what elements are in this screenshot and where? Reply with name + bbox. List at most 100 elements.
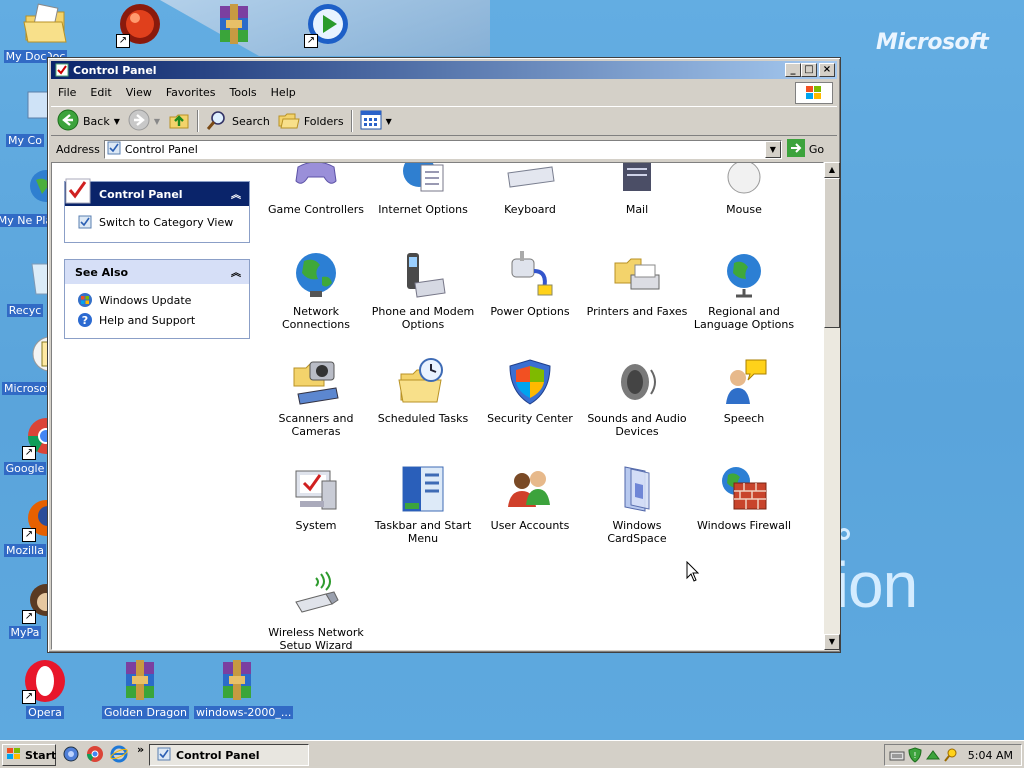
red-ball-icon: ↗ — [116, 2, 162, 48]
control-panel-checkmark-icon — [63, 176, 93, 209]
forward-button[interactable]: ▼ — [124, 108, 164, 134]
title-bar[interactable]: Control Panel _ □ × — [51, 61, 837, 79]
menu-tools[interactable]: Tools — [223, 84, 264, 101]
power-options-item[interactable]: Power Options — [475, 249, 585, 318]
vertical-scrollbar[interactable]: ▲ ▼ — [824, 162, 840, 650]
power-options-label: Power Options — [490, 305, 570, 318]
forward-arrow-icon — [128, 109, 150, 134]
gamepad-icon — [290, 163, 342, 199]
phone-modem-options-label: Phone and Modem Options — [371, 305, 475, 331]
folders-button[interactable]: Folders — [274, 108, 348, 134]
up-folder-button[interactable] — [164, 108, 194, 134]
switch-category-view-label: Switch to Category View — [99, 215, 234, 229]
scanners-cameras-item[interactable]: Scanners and Cameras — [261, 356, 371, 438]
sounds-audio-devices-item[interactable]: Sounds and Audio Devices — [582, 356, 692, 438]
chrome-quicklaunch-icon[interactable] — [86, 745, 104, 763]
network-connections-item[interactable]: Network Connections — [261, 249, 371, 331]
collapse-chevron-icon[interactable]: ︽ — [231, 264, 241, 279]
windows-cardspace-item[interactable]: Windows CardSpace — [582, 463, 692, 545]
address-input[interactable]: Control Panel ▼ — [103, 139, 782, 159]
keyboard-tray-icon[interactable] — [889, 747, 905, 763]
desktop-icon-golden-dragon[interactable]: Golden Dragon — [102, 658, 189, 719]
go-arrow-icon — [786, 138, 805, 160]
search-button[interactable]: Search — [202, 108, 274, 134]
scheduled-tasks-item[interactable]: Scheduled Tasks — [368, 356, 478, 425]
back-button[interactable]: Back ▼ — [53, 108, 124, 134]
shortcut-arrow-icon: ↗ — [22, 528, 36, 542]
network-tray-icon[interactable] — [925, 747, 941, 763]
system-icon — [290, 463, 342, 515]
menu-edit[interactable]: Edit — [83, 84, 118, 101]
regional-language-options-item[interactable]: Regional and Language Options — [689, 249, 799, 331]
back-arrow-icon — [57, 109, 79, 134]
internet-options-item[interactable]: Internet Options — [368, 163, 478, 216]
desktop-icon-opera[interactable]: ↗ Opera — [8, 658, 82, 719]
phone-modem-options-item[interactable]: Phone and Modem Options — [368, 249, 478, 331]
mouse-item[interactable]: Mouse — [689, 163, 799, 216]
clock[interactable]: 5:04 AM — [968, 749, 1013, 762]
mouse-cursor-icon — [686, 560, 700, 586]
menu-file[interactable]: File — [51, 84, 83, 101]
keyboard-item[interactable]: Keyboard — [475, 163, 585, 216]
desktop-icon-windows-2000[interactable]: windows-2000_... — [194, 658, 294, 719]
back-label: Back — [83, 114, 110, 128]
switch-category-view-link[interactable]: Switch to Category View — [77, 212, 237, 232]
internet-explorer-icon[interactable] — [110, 745, 128, 763]
wireless-network-setup-item[interactable]: Wireless Network Setup Wizard — [261, 570, 371, 650]
control-panel-icon — [107, 141, 121, 158]
shortcut-arrow-icon: ↗ — [22, 610, 36, 624]
game-controllers-label: Game Controllers — [267, 203, 365, 216]
printers-faxes-item[interactable]: Printers and Faxes — [582, 249, 692, 318]
security-center-item[interactable]: Security Center — [475, 356, 585, 425]
collapse-chevron-icon[interactable]: ︽ — [231, 186, 241, 201]
taskbar-control-panel-button[interactable]: Control Panel — [149, 744, 309, 766]
help-and-support-link[interactable]: ? Help and Support — [77, 310, 237, 330]
winrar-icon — [210, 2, 256, 48]
chevron-down-icon: ▼ — [153, 116, 161, 126]
menu-view[interactable]: View — [119, 84, 159, 101]
user-accounts-item[interactable]: User Accounts — [475, 463, 585, 532]
scroll-down-button[interactable]: ▼ — [824, 634, 840, 650]
close-button[interactable]: × — [819, 63, 835, 77]
start-button[interactable]: Start — [2, 744, 56, 766]
speech-item[interactable]: Speech — [689, 356, 799, 425]
wireless-network-setup-label: Wireless Network Setup Wizard — [268, 626, 364, 650]
game-controllers-item[interactable]: Game Controllers — [261, 163, 371, 216]
chrome-icon: ↗ — [2, 414, 64, 460]
printer-icon — [611, 249, 663, 301]
maximize-button[interactable]: □ — [801, 63, 817, 77]
taskbar-start-menu-item[interactable]: Taskbar and Start Menu — [368, 463, 478, 545]
views-grid-icon — [360, 110, 382, 133]
network-connections-label: Network Connections — [282, 305, 350, 331]
mail-item[interactable]: Mail — [582, 163, 692, 216]
minimize-button[interactable]: _ — [785, 63, 801, 77]
address-dropdown-button[interactable]: ▼ — [764, 140, 781, 158]
desktop-icon-red-app[interactable]: ↗ — [102, 2, 176, 50]
recycle-bin-icon — [2, 256, 59, 302]
menu-help[interactable]: Help — [264, 84, 303, 101]
chevron-down-icon: ▼ — [385, 116, 392, 126]
globe-icon — [2, 166, 62, 212]
quick-launch-more-button[interactable]: » — [137, 743, 144, 756]
security-center-label: Security Center — [487, 412, 573, 425]
user-accounts-label: User Accounts — [490, 519, 570, 532]
shortcut-arrow-icon: ↗ — [304, 34, 318, 48]
windows-update-link[interactable]: Windows Update — [77, 290, 237, 310]
show-desktop-icon[interactable] — [62, 745, 80, 763]
scroll-thumb[interactable] — [824, 178, 840, 328]
views-button[interactable]: ▼ — [356, 108, 396, 134]
desktop-icon-media-player[interactable]: ↗ — [290, 2, 364, 50]
scroll-up-button[interactable]: ▲ — [824, 162, 840, 178]
security-shield-tray-icon[interactable]: ! — [907, 747, 923, 763]
sounds-audio-devices-label: Sounds and Audio Devices — [587, 412, 687, 438]
control-panel-pane-header[interactable]: Control Panel ︽ — [65, 178, 249, 206]
search-tray-icon[interactable] — [943, 747, 959, 763]
system-item[interactable]: System — [261, 463, 371, 532]
desktop-icon-winrar-top[interactable] — [196, 2, 270, 50]
see-also-pane-header[interactable]: See Also ︽ — [65, 260, 249, 284]
menu-favorites[interactable]: Favorites — [159, 84, 223, 101]
windows-firewall-item[interactable]: Windows Firewall — [689, 463, 799, 532]
toolbar-separator — [197, 110, 200, 132]
go-button[interactable]: Go — [786, 138, 825, 160]
go-label: Go — [808, 142, 825, 156]
